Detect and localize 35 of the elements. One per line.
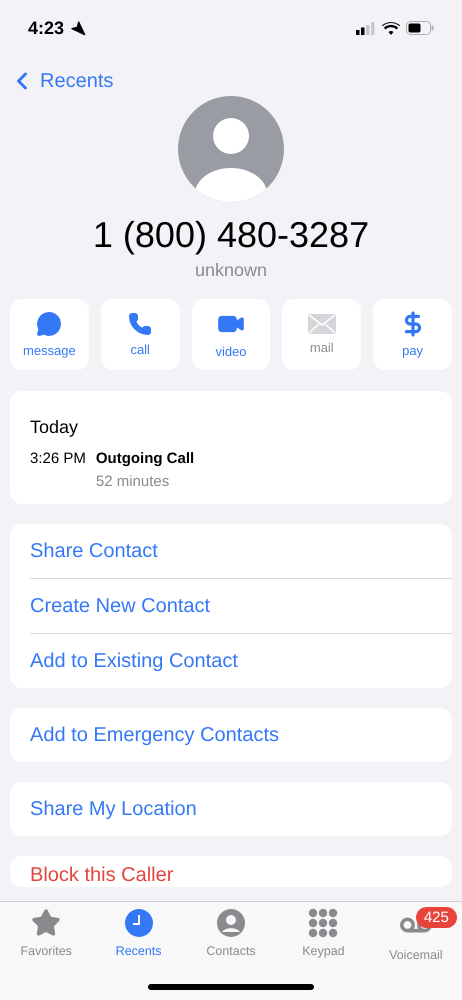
call-duration: 52 minutes [96, 473, 170, 490]
option-item[interactable]: Block this Caller [30, 856, 452, 887]
phone-icon [128, 312, 152, 336]
clock-icon [124, 908, 154, 938]
tab-item[interactable]: Voicemail 425 [370, 908, 462, 1000]
avatar-icon [178, 96, 284, 202]
number-label: unknown [194, 260, 268, 281]
status-time: 4:23 [28, 18, 64, 38]
option-item[interactable]: Create New Contact [30, 579, 452, 634]
tab-item[interactable]: Recents [92, 908, 185, 1000]
tab-item[interactable]: Keypad [277, 908, 370, 1000]
option-item[interactable]: Share My Location [30, 782, 452, 836]
star-icon [31, 908, 62, 938]
battery-icon [406, 21, 434, 35]
tab-item[interactable]: Favorites [0, 908, 92, 1000]
wifi-icon [382, 22, 400, 34]
keypad-icon [308, 908, 338, 938]
video-button[interactable]: video [192, 299, 270, 370]
history-date: Today [30, 417, 80, 438]
call-button[interactable]: call [100, 299, 180, 370]
option-item[interactable]: Add to Emergency Contacts [30, 708, 452, 762]
call-type: Outgoing Call [96, 450, 196, 467]
count-badge: 425 [416, 907, 457, 928]
location-icon [70, 20, 86, 36]
phone-number: 1 (800) 480-3287 [92, 214, 370, 256]
option-item[interactable]: Add to Existing Contact [30, 634, 452, 688]
option-item[interactable]: Share Contact [30, 524, 452, 579]
call-time: 3:26 PM [30, 450, 86, 467]
signal-icon [356, 22, 376, 34]
person-icon [216, 908, 246, 938]
pay-button[interactable]: pay [373, 299, 452, 370]
back-link[interactable]: Recents [0, 56, 462, 96]
message-button[interactable]: message [10, 299, 89, 370]
message-icon [36, 311, 62, 337]
mail-icon [308, 314, 336, 334]
